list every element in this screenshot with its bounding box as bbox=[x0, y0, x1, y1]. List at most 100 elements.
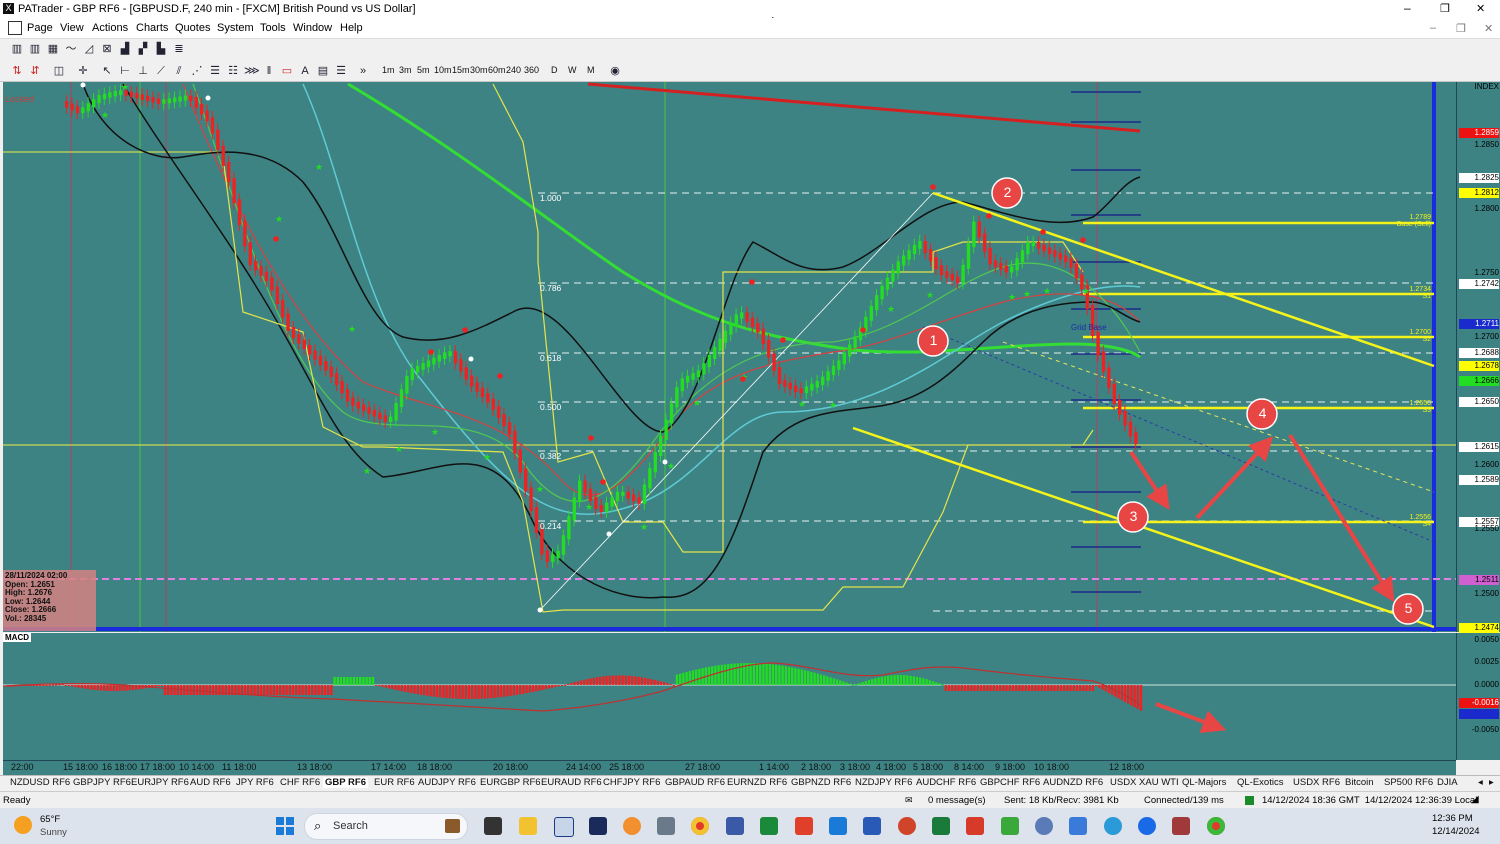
tab-bitcoin[interactable]: Bitcoin bbox=[1345, 777, 1374, 788]
zoom-icon[interactable] bbox=[1138, 817, 1156, 835]
task-view-icon[interactable] bbox=[484, 817, 502, 835]
tab-chfjpy[interactable]: CHFJPY RF6 bbox=[603, 777, 660, 788]
resize-grip-icon[interactable]: ◢ bbox=[1471, 794, 1479, 805]
menu-actions[interactable]: Actions bbox=[92, 22, 128, 34]
price-scale[interactable]: INDEX 1.2859 1.2850 1.2825 1.2812 1.2800… bbox=[1456, 82, 1500, 633]
weather-temp[interactable]: 65°F bbox=[40, 814, 60, 825]
tab-gbp-active[interactable]: GBP RF6 bbox=[323, 777, 369, 788]
patrader-app-icon[interactable] bbox=[554, 817, 574, 837]
tab-gbpaud[interactable]: GBPAUD RF6 bbox=[665, 777, 725, 788]
briefcase-app-icon[interactable] bbox=[1172, 817, 1190, 835]
word-icon[interactable] bbox=[863, 817, 881, 835]
chrome-alt-icon[interactable] bbox=[1207, 817, 1225, 835]
notes-app-icon[interactable] bbox=[726, 817, 744, 835]
tf-3m[interactable]: 3m bbox=[399, 65, 412, 75]
menu-charts[interactable]: Charts bbox=[136, 22, 168, 34]
menu-help[interactable]: Help bbox=[340, 22, 363, 34]
tab-scroll-left-icon[interactable]: ◂ bbox=[1478, 777, 1483, 788]
histogram-icon[interactable]: ≣ bbox=[172, 42, 186, 56]
taskbar-time[interactable]: 12:36 PM bbox=[1432, 813, 1473, 824]
tab-eurnzd[interactable]: EURNZD RF6 bbox=[727, 777, 787, 788]
photos-icon[interactable] bbox=[1069, 817, 1087, 835]
settings-icon[interactable] bbox=[1035, 817, 1053, 835]
chrome-icon[interactable] bbox=[691, 817, 709, 835]
child-restore-button[interactable]: ❐ bbox=[1456, 22, 1466, 35]
tab-nzdusd[interactable]: NZDUSD RF6 bbox=[10, 777, 70, 788]
candle-chart-icon[interactable]: ▦ bbox=[46, 42, 60, 56]
menu-window[interactable]: Window bbox=[293, 22, 332, 34]
tab-gbpjpy[interactable]: GBPJPY RF6 bbox=[73, 777, 131, 788]
tf-15m[interactable]: 15m bbox=[452, 65, 470, 75]
tf-360[interactable]: 360 bbox=[524, 65, 539, 75]
taskbar-date[interactable]: 12/14/2024 bbox=[1432, 826, 1480, 837]
ic-app-icon[interactable] bbox=[589, 817, 607, 835]
grid-tool-icon[interactable]: ▤ bbox=[316, 64, 330, 78]
s-app-icon[interactable] bbox=[795, 817, 813, 835]
cycle-lines-icon[interactable]: ‖ bbox=[262, 64, 276, 78]
calculator-icon[interactable] bbox=[657, 817, 675, 835]
menu-system[interactable]: System bbox=[217, 22, 254, 34]
tab-audjpy[interactable]: AUDJPY RF6 bbox=[418, 777, 476, 788]
order-icon[interactable]: ⇵ bbox=[28, 64, 42, 78]
ohlc-chart-icon[interactable]: ▥ bbox=[28, 42, 42, 56]
weather-sun-icon[interactable] bbox=[14, 816, 32, 834]
tab-djia[interactable]: DJIA bbox=[1437, 777, 1458, 788]
green-app-icon[interactable] bbox=[1001, 817, 1019, 835]
excel-icon[interactable] bbox=[932, 817, 950, 835]
tab-scroll-right-icon[interactable]: ▸ bbox=[1489, 777, 1494, 788]
s-blue-app-icon[interactable] bbox=[829, 817, 847, 835]
price-chart[interactable]: ★★★★★★★★★★★★★★★★★★★★★★★ Locked 1.000 0.7… bbox=[3, 82, 1456, 632]
clock-icon[interactable]: ◉ bbox=[608, 64, 622, 78]
tab-gbpnzd[interactable]: GBPNZD RF6 bbox=[791, 777, 851, 788]
rectangle-tool-icon[interactable]: ▭ bbox=[280, 64, 294, 78]
fib-extension-icon[interactable]: ☷ bbox=[226, 64, 240, 78]
close-button[interactable]: ✕ bbox=[1476, 2, 1485, 15]
kagi-chart-icon[interactable]: ▞ bbox=[136, 42, 150, 56]
fib-retracement-icon[interactable]: ☰ bbox=[208, 64, 222, 78]
vline-tool-icon[interactable]: ⊥ bbox=[136, 64, 150, 78]
more-tools-icon[interactable]: » bbox=[356, 64, 370, 78]
levels-tool-icon[interactable]: ☰ bbox=[334, 64, 348, 78]
child-minimize-button[interactable]: – bbox=[1430, 22, 1436, 34]
tab-sp500[interactable]: SP500 RF6 bbox=[1384, 777, 1433, 788]
pointer-icon[interactable]: ↖ bbox=[100, 64, 114, 78]
tab-jpy[interactable]: JPY RF6 bbox=[236, 777, 274, 788]
renko-chart-icon[interactable]: ▟ bbox=[118, 42, 132, 56]
file-explorer-icon[interactable] bbox=[519, 817, 537, 835]
minimize-button[interactable]: – bbox=[1404, 1, 1411, 15]
telegram-icon[interactable] bbox=[1104, 817, 1122, 835]
windows-start-icon[interactable] bbox=[276, 817, 294, 835]
channel-tool-icon[interactable]: ⫽ bbox=[172, 64, 186, 78]
mail-icon[interactable]: ✉ bbox=[905, 795, 913, 806]
tf-weekly[interactable]: W bbox=[568, 65, 577, 75]
gann-fan-icon[interactable]: ⋙ bbox=[244, 64, 260, 78]
hline-tool-icon[interactable]: ⊢ bbox=[118, 64, 132, 78]
area-chart-icon[interactable]: ◿ bbox=[82, 42, 96, 56]
tab-ql-exotics[interactable]: QL-Exotics bbox=[1237, 777, 1283, 788]
tf-monthly[interactable]: M bbox=[587, 65, 595, 75]
volume-chart-icon[interactable]: ▙ bbox=[154, 42, 168, 56]
menu-page[interactable]: Page bbox=[27, 22, 53, 34]
chart-icon[interactable]: ◫ bbox=[52, 64, 66, 78]
tab-chf[interactable]: CHF RF6 bbox=[280, 777, 320, 788]
maximize-button[interactable]: ❐ bbox=[1440, 2, 1450, 15]
point-figure-icon[interactable]: ⊠ bbox=[100, 42, 114, 56]
tab-audnzd[interactable]: AUDNZD RF6 bbox=[1043, 777, 1103, 788]
buy-sell-icon[interactable]: ⇅ bbox=[10, 64, 24, 78]
macd-panel[interactable]: MACD bbox=[3, 633, 1456, 760]
orange-app-icon[interactable] bbox=[623, 817, 641, 835]
menu-quotes[interactable]: Quotes bbox=[175, 22, 210, 34]
tab-euraud[interactable]: EURAUD RF6 bbox=[541, 777, 602, 788]
menu-tools[interactable]: Tools bbox=[260, 22, 286, 34]
tab-usdx[interactable]: USDX RF6 bbox=[1293, 777, 1340, 788]
tf-30m[interactable]: 30m bbox=[470, 65, 488, 75]
tab-eurjpy[interactable]: EURJPY RF6 bbox=[131, 777, 189, 788]
tf-5m[interactable]: 5m bbox=[417, 65, 430, 75]
tf-daily[interactable]: D bbox=[551, 65, 558, 75]
tab-aud[interactable]: AUD RF6 bbox=[190, 777, 231, 788]
tab-usdx-xau-wti[interactable]: USDX XAU WTI bbox=[1110, 777, 1179, 788]
tab-eur[interactable]: EUR RF6 bbox=[374, 777, 415, 788]
trading-app-icon[interactable] bbox=[760, 817, 778, 835]
tab-nzdjpy[interactable]: NZDJPY RF6 bbox=[855, 777, 912, 788]
child-close-button[interactable]: ✕ bbox=[1484, 22, 1493, 35]
